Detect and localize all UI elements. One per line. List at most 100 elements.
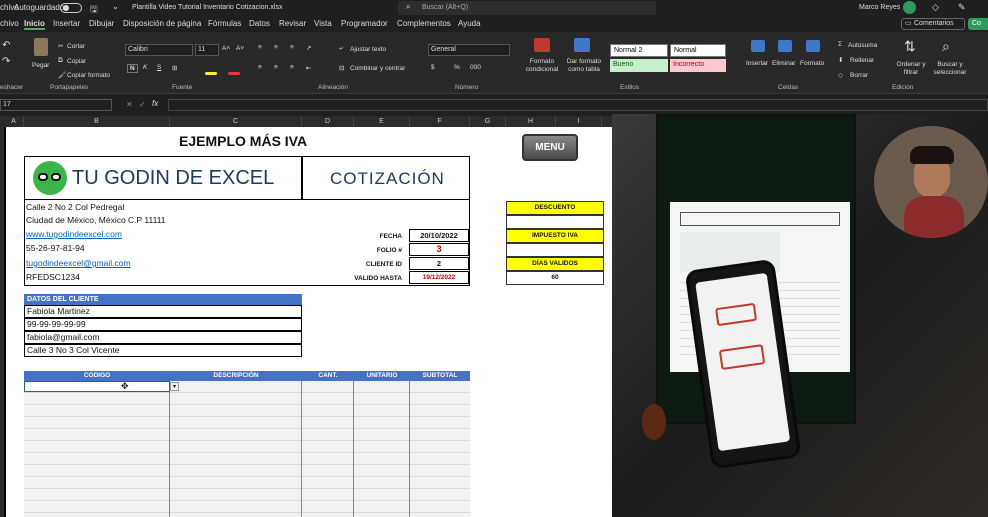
more-icon[interactable]: ⌄ bbox=[112, 2, 119, 11]
style-normal[interactable]: Normal bbox=[670, 44, 726, 57]
align-middle-icon[interactable]: ≡ bbox=[274, 44, 278, 51]
font-name-select[interactable]: Calibri bbox=[125, 44, 193, 56]
col-header-e[interactable]: E bbox=[354, 116, 410, 127]
tab-revisar[interactable]: Revisar bbox=[279, 19, 306, 28]
undo-icon[interactable]: ↶ bbox=[2, 40, 10, 51]
clear-icon[interactable]: ◇ bbox=[838, 71, 843, 79]
format-table-button[interactable]: Dar formato como tabla bbox=[564, 58, 604, 74]
col-header-f[interactable]: F bbox=[410, 116, 470, 127]
wrap-text-icon[interactable]: ⤶ bbox=[339, 45, 343, 53]
font-color-icon[interactable] bbox=[228, 72, 240, 75]
col-header-d[interactable]: D bbox=[302, 116, 354, 127]
tab-ayuda[interactable]: Ayuda bbox=[458, 19, 481, 28]
tab-programador[interactable]: Programador bbox=[341, 19, 388, 28]
delete-cells-icon[interactable] bbox=[778, 40, 792, 52]
merge-button[interactable]: Combinar y centrar bbox=[350, 65, 405, 72]
autosave-toggle[interactable] bbox=[60, 3, 82, 13]
share-button[interactable]: Co bbox=[968, 18, 988, 30]
fecha-value[interactable]: 20/10/2022 bbox=[409, 229, 469, 242]
client-name[interactable]: Fabiola Martinez bbox=[24, 305, 302, 318]
tab-formulas[interactable]: Fórmulas bbox=[208, 19, 241, 28]
formula-input[interactable] bbox=[168, 99, 988, 111]
redo-icon[interactable]: ↷ bbox=[2, 56, 10, 67]
fx-icon[interactable]: fx bbox=[152, 99, 158, 108]
comma-icon[interactable]: 000 bbox=[470, 64, 481, 71]
tab-inicio[interactable]: Inicio bbox=[24, 19, 45, 30]
menu-button[interactable]: MENU bbox=[522, 134, 578, 161]
selected-cell[interactable] bbox=[24, 381, 170, 392]
valido-hasta-value[interactable]: 19/12/2022 bbox=[409, 271, 469, 284]
number-format-select[interactable]: General bbox=[428, 44, 510, 56]
insert-cells-icon[interactable] bbox=[751, 40, 765, 52]
insert-button[interactable]: Insertar bbox=[746, 60, 768, 67]
grow-font-icon[interactable]: A˄ bbox=[222, 45, 230, 52]
align-bottom-icon[interactable]: ≡ bbox=[290, 44, 294, 51]
cut-button[interactable]: Cortar bbox=[67, 43, 85, 50]
cancel-icon[interactable]: ✕ bbox=[126, 100, 133, 109]
website-link[interactable]: www.tugodindeexcel.com bbox=[26, 229, 122, 239]
format-painter-button[interactable]: Copiar formato bbox=[67, 72, 110, 79]
cond-format-button[interactable]: Formato condicional bbox=[520, 58, 564, 74]
percent-icon[interactable]: % bbox=[454, 64, 460, 71]
name-box[interactable]: 17 bbox=[0, 99, 112, 111]
sort-filter-button[interactable]: Ordenar y filtrar bbox=[892, 61, 930, 77]
client-email[interactable]: fabiola@gmail.com bbox=[24, 331, 302, 344]
col-header-c[interactable]: C bbox=[170, 116, 302, 127]
find-select-button[interactable]: Buscar y seleccionar bbox=[928, 61, 972, 77]
align-left-icon[interactable]: ≡ bbox=[258, 64, 262, 71]
align-right-icon[interactable]: ≡ bbox=[290, 64, 294, 71]
cut-icon[interactable]: ✂ bbox=[58, 42, 63, 50]
client-phone[interactable]: 99-99-99-99-99 bbox=[24, 318, 302, 331]
style-bueno[interactable]: Bueno bbox=[610, 59, 668, 72]
diamond-icon[interactable]: ◇ bbox=[932, 2, 939, 13]
col-header-i[interactable]: I bbox=[556, 116, 602, 127]
align-center-icon[interactable]: ≡ bbox=[274, 64, 278, 71]
font-size-select[interactable]: 11 bbox=[195, 44, 219, 56]
comments-button[interactable]: ▭ Comentarios bbox=[901, 18, 965, 30]
delete-button[interactable]: Eliminar bbox=[772, 60, 795, 67]
shrink-font-icon[interactable]: A˅ bbox=[236, 45, 244, 52]
tab-dibujar[interactable]: Dibujar bbox=[89, 19, 114, 28]
col-header-g[interactable]: G bbox=[470, 116, 506, 127]
col-header-a[interactable]: A bbox=[4, 116, 24, 127]
format-table-icon[interactable] bbox=[574, 38, 590, 52]
descuento-value[interactable] bbox=[506, 215, 604, 229]
cliente-id-value[interactable]: 2 bbox=[409, 257, 469, 270]
client-address[interactable]: Calle 3 No 3 Col Vicente bbox=[24, 344, 302, 357]
align-top-icon[interactable]: ≡ bbox=[258, 44, 262, 51]
col-header-b[interactable]: B bbox=[24, 116, 170, 127]
wrap-text-button[interactable]: Ajustar texto bbox=[350, 46, 386, 53]
currency-icon[interactable]: $ bbox=[431, 64, 435, 71]
bold-icon[interactable]: N bbox=[127, 64, 138, 73]
confirm-icon[interactable]: ✓ bbox=[139, 100, 146, 109]
fill-icon[interactable]: ⬇ bbox=[838, 56, 843, 64]
merge-icon[interactable]: ⊟ bbox=[339, 64, 344, 72]
sort-filter-icon[interactable]: ⇅ bbox=[904, 38, 916, 55]
autosum-icon[interactable]: Σ bbox=[838, 41, 842, 48]
clear-button[interactable]: Borrar bbox=[850, 72, 868, 79]
orientation-icon[interactable]: ↗ bbox=[306, 44, 311, 52]
items-table-body[interactable] bbox=[24, 381, 470, 517]
tab-vista[interactable]: Vista bbox=[314, 19, 332, 28]
paste-button[interactable]: Pegar bbox=[32, 62, 49, 69]
tab-complementos[interactable]: Complementos bbox=[397, 19, 451, 28]
underline-icon[interactable]: S bbox=[157, 64, 161, 71]
style-incorrecto[interactable]: Incorrecto bbox=[670, 59, 726, 72]
fill-color-icon[interactable] bbox=[205, 72, 217, 75]
dropdown-arrow-icon[interactable]: ▾ bbox=[170, 382, 179, 391]
style-normal2[interactable]: Normal 2 bbox=[610, 44, 668, 57]
tab-archivo[interactable]: chivo bbox=[0, 19, 19, 28]
format-button[interactable]: Formato bbox=[800, 60, 824, 67]
search-box[interactable]: ⌕ Buscar (Alt+Q) bbox=[398, 1, 656, 15]
italic-icon[interactable]: K bbox=[143, 64, 147, 71]
col-header-h[interactable]: H bbox=[506, 116, 556, 127]
paste-icon[interactable] bbox=[34, 38, 48, 56]
autosum-button[interactable]: Autosuma bbox=[848, 42, 877, 49]
indent-icon[interactable]: ⇤ bbox=[306, 64, 311, 72]
folio-value[interactable]: 3 bbox=[409, 243, 469, 256]
find-icon[interactable]: ⌕ bbox=[942, 38, 950, 55]
brush-icon[interactable]: 🖌 bbox=[58, 71, 66, 79]
worksheet[interactable]: EJEMPLO MÁS IVA MENU TU GODIN DE EXCEL C… bbox=[4, 127, 612, 517]
format-cells-icon[interactable] bbox=[806, 40, 820, 52]
copy-icon[interactable]: ⧉ bbox=[58, 57, 63, 65]
